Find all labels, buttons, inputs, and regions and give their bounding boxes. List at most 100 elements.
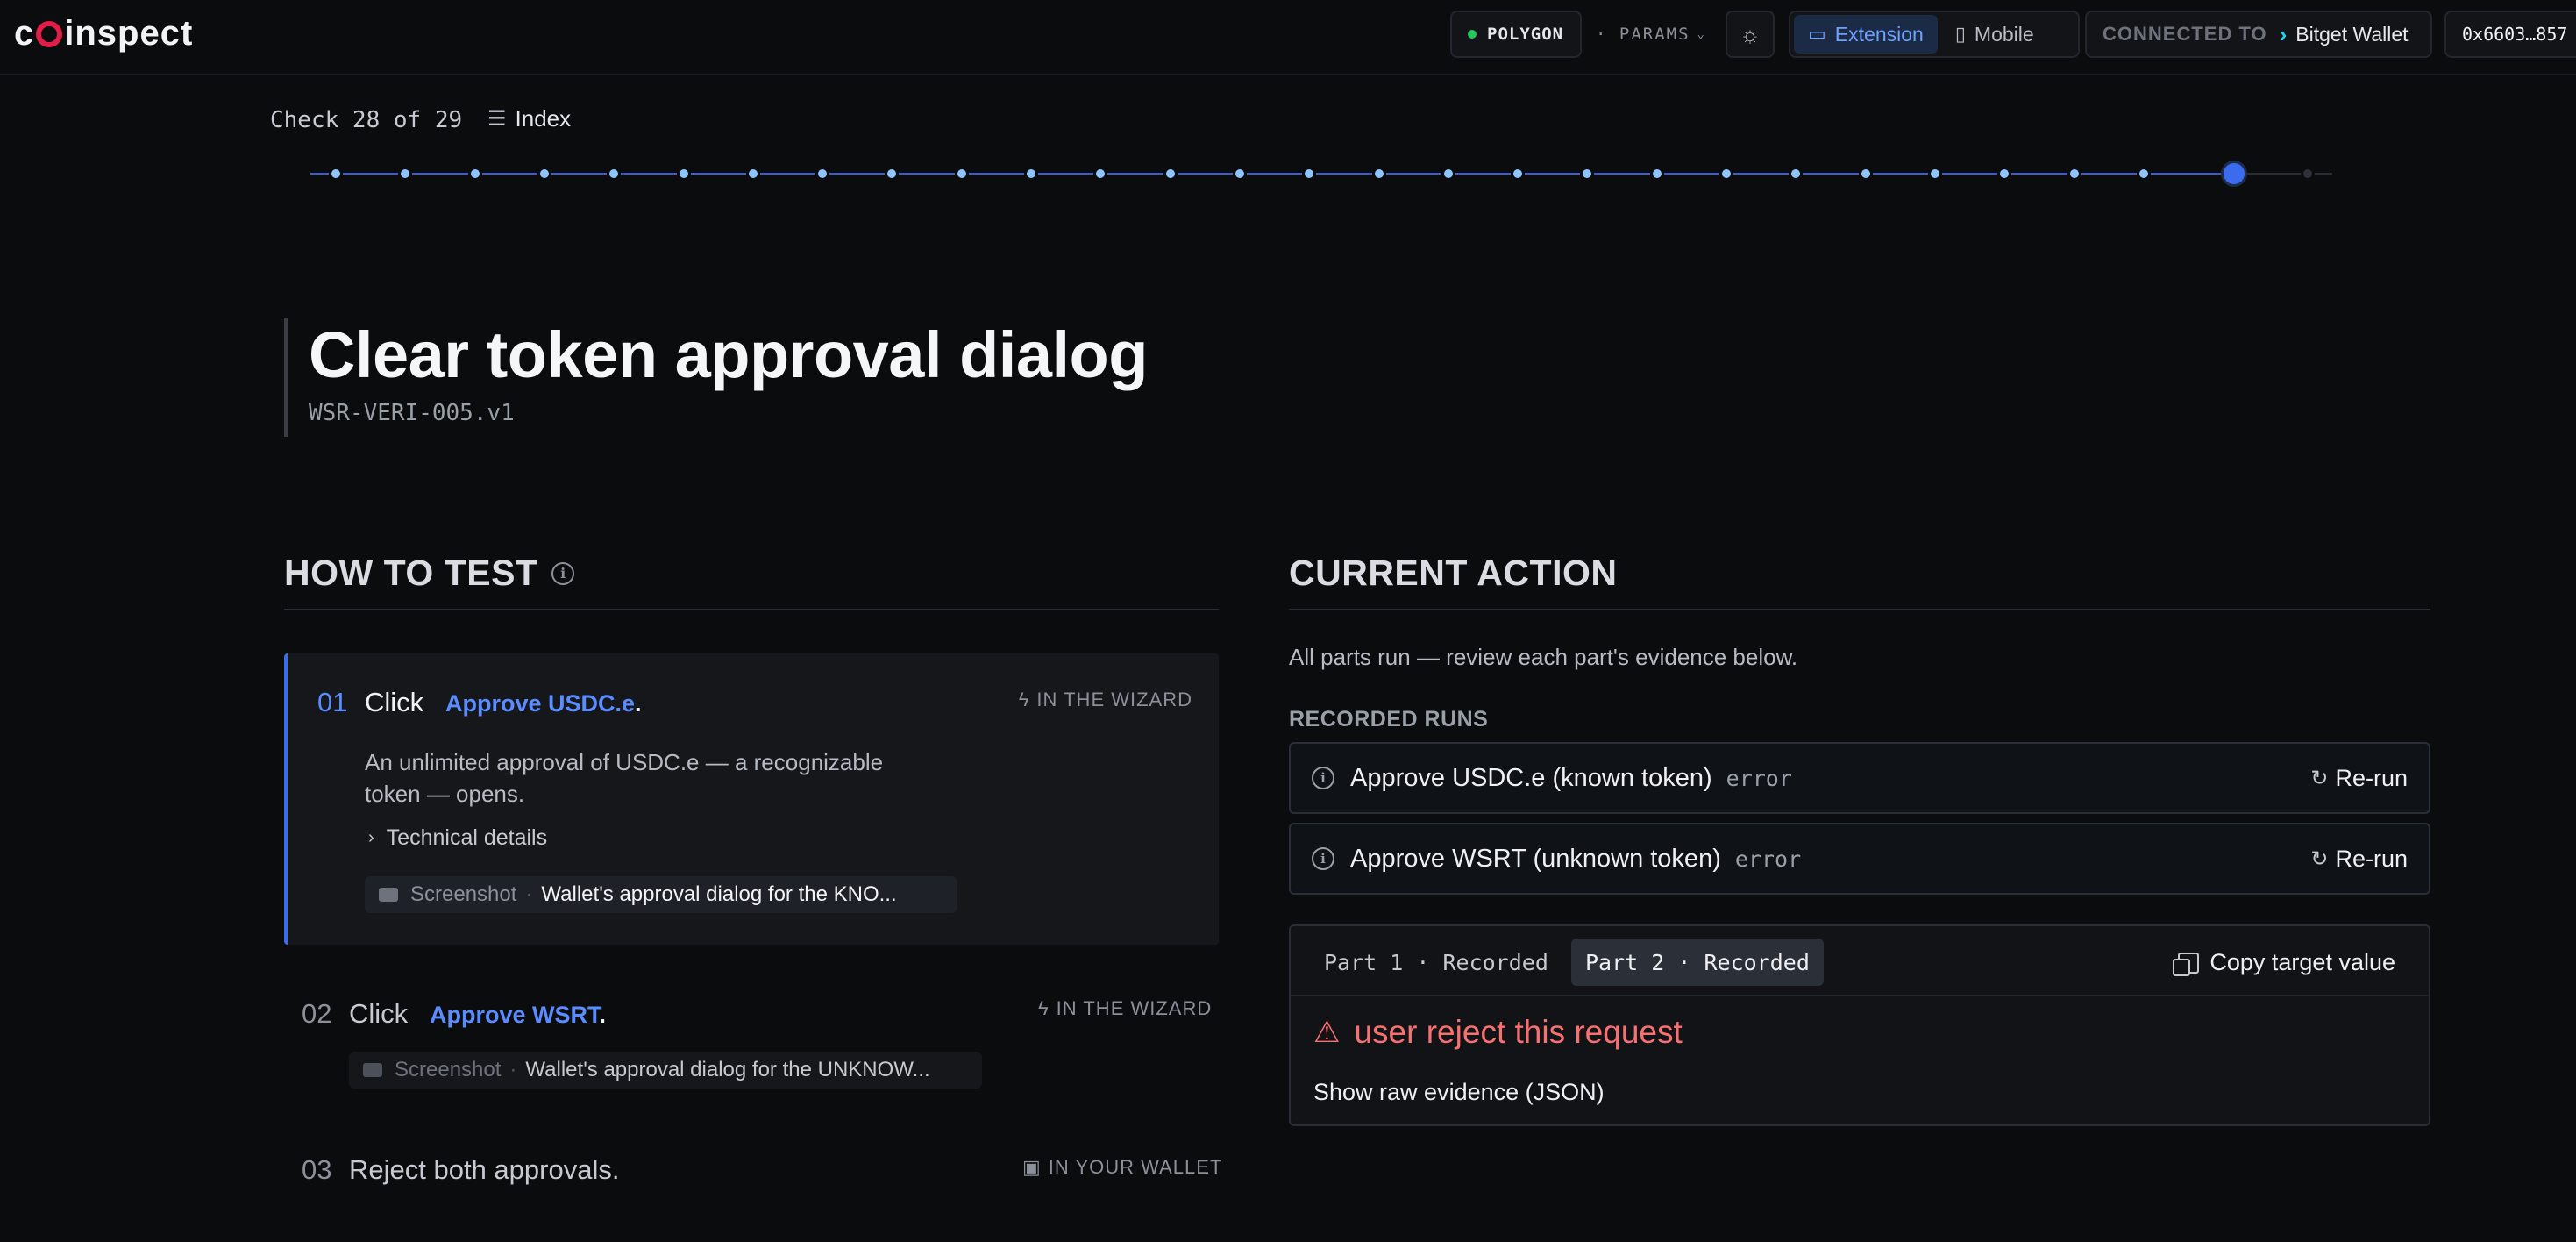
theme-toggle-button[interactable]: ☼ <box>1726 11 1775 58</box>
warning-icon: ⚠ <box>1313 1016 1341 1049</box>
page-title: Clear token approval dialog <box>309 318 1148 391</box>
approve-usdc-link[interactable]: Approve USDC.e. <box>445 690 642 717</box>
progress-step[interactable] <box>2301 167 2315 181</box>
approve-wsrt-link[interactable]: Approve WSRT. <box>430 1002 606 1029</box>
lightning-icon: ϟ <box>1038 997 1050 1019</box>
mode-mobile-button[interactable]: ▯ Mobile <box>1941 15 2048 54</box>
evidence-panel: Part 1 · Recorded Part 2 · Recorded Copy… <box>1289 924 2430 1126</box>
mode-mobile-label: Mobile <box>1974 22 2034 46</box>
rerun-button[interactable]: ↻ Re-run <box>2310 846 2408 873</box>
network-name: POLYGON <box>1487 25 1564 44</box>
progress-step[interactable] <box>1232 167 1247 181</box>
recorded-run-row[interactable]: i Approve USDC.e (known token) error ↻ R… <box>1289 742 2430 814</box>
progress-step[interactable] <box>1580 167 1595 181</box>
progress-step[interactable] <box>745 167 760 181</box>
network-badge[interactable]: POLYGON <box>1450 11 1582 58</box>
rerun-button[interactable]: ↻ Re-run <box>2310 765 2408 792</box>
monitor-icon: ▭ <box>1808 23 1826 45</box>
progress-step[interactable] <box>1789 167 1804 181</box>
progress-step[interactable] <box>537 167 551 181</box>
progress-step[interactable] <box>1649 167 1664 181</box>
progress-step[interactable] <box>1441 167 1455 181</box>
progress-step[interactable] <box>815 167 830 181</box>
screenshot-chip[interactable]: Screenshot · Wallet's approval dialog fo… <box>365 876 957 913</box>
progress-track-remaining <box>2234 173 2332 175</box>
check-header: Clear token approval dialog WSR-VERI-005… <box>284 318 1148 437</box>
progress-step[interactable] <box>1302 167 1317 181</box>
step-action: Reject both approvals. <box>349 1154 620 1185</box>
progress-step[interactable] <box>954 167 969 181</box>
progress-step[interactable] <box>1858 167 1873 181</box>
tab-part-1[interactable]: Part 1 · Recorded <box>1310 939 1562 986</box>
step-description: An unlimited approval of USDC.e — a reco… <box>365 749 884 807</box>
run-status: error <box>1734 846 1802 872</box>
divider <box>284 609 1219 610</box>
step-location-tag: ▣ IN YOUR WALLET <box>1022 1156 1223 1178</box>
wallet-name: Bitget Wallet <box>2295 22 2409 46</box>
evidence-tabs: Part 1 · Recorded Part 2 · Recorded Copy… <box>1291 926 2429 996</box>
refresh-icon: ↻ <box>2310 766 2329 790</box>
progress-step[interactable] <box>467 167 482 181</box>
progress-step[interactable] <box>1163 167 1178 181</box>
progress-step[interactable] <box>885 167 900 181</box>
wallet-address: 0x6603…857 <box>2462 24 2568 45</box>
progress-step[interactable] <box>398 167 413 181</box>
error-message: ⚠ user reject this request <box>1313 1014 1683 1050</box>
info-icon[interactable]: i <box>551 561 575 585</box>
progress-step[interactable] <box>607 167 622 181</box>
divider <box>1289 609 2430 610</box>
progress-step[interactable] <box>1371 167 1386 181</box>
params-label: · PARAMS <box>1596 25 1690 44</box>
camera-icon <box>379 888 398 902</box>
wallet-icon: ▣ <box>1022 1156 1042 1178</box>
progress-step[interactable] <box>329 167 343 181</box>
info-icon: i <box>1312 847 1334 870</box>
recorded-run-row[interactable]: i Approve WSRT (unknown token) error ↻ R… <box>1289 823 2430 895</box>
progress-step[interactable] <box>676 167 691 181</box>
phone-icon: ▯ <box>1954 23 1966 45</box>
current-action-title: CURRENT ACTION <box>1289 553 1618 593</box>
progress-step[interactable] <box>1093 167 1108 181</box>
sun-icon: ☼ <box>1740 20 1761 47</box>
step-location-tag: ϟ IN THE WIZARD <box>1038 997 1213 1019</box>
index-label: Index <box>515 105 572 132</box>
mode-switcher: ▭ Extension ▯ Mobile <box>1789 11 2080 58</box>
progress-step[interactable] <box>1511 167 1526 181</box>
chevron-down-icon: ⌄ <box>1697 27 1706 41</box>
progress-step[interactable] <box>2136 167 2151 181</box>
chevron-right-icon: › <box>2279 20 2288 47</box>
screenshot-chip[interactable]: Screenshot · Wallet's approval dialog fo… <box>349 1052 982 1089</box>
technical-details-toggle[interactable]: › Technical details <box>368 825 547 851</box>
current-action-description: All parts run — review each part's evide… <box>1289 644 1798 670</box>
progress-step[interactable] <box>1024 167 1038 181</box>
connected-to-label: CONNECTED TO <box>2103 23 2267 45</box>
index-button[interactable]: ☰ Index <box>487 105 571 132</box>
how-to-test-heading: HOW TO TEST i <box>284 553 575 594</box>
tab-part-2[interactable]: Part 2 · Recorded <box>1571 939 1824 986</box>
wallet-address-button[interactable]: 0x6603…857 <box>2444 11 2576 58</box>
run-status: error <box>1726 765 1792 791</box>
params-dropdown[interactable]: · PARAMS ⌄ <box>1596 25 1706 44</box>
progress-step-current[interactable] <box>2221 161 2247 187</box>
network-status-dot <box>1468 30 1477 39</box>
progress-step[interactable] <box>2067 167 2081 181</box>
progress-step[interactable] <box>1927 167 1942 181</box>
show-raw-evidence-button[interactable]: Show raw evidence (JSON) <box>1313 1079 1605 1106</box>
step-location-tag: ϟ IN THE WIZARD <box>1018 689 1192 710</box>
step-number: 03 <box>302 1154 332 1185</box>
mode-extension-button[interactable]: ▭ Extension <box>1794 15 1938 54</box>
chevron-right-icon: › <box>368 828 374 847</box>
lightning-icon: ϟ <box>1018 689 1030 710</box>
check-counter: Check 28 of 29 <box>270 107 463 133</box>
run-name: Approve WSRT (unknown token) <box>1350 844 1721 873</box>
step-number: 01 <box>317 687 348 717</box>
list-icon: ☰ <box>487 107 507 131</box>
copy-target-button[interactable]: Copy target value <box>2173 949 2395 976</box>
connection-status[interactable]: CONNECTED TO › Bitget Wallet <box>2085 11 2432 58</box>
progress-step[interactable] <box>1997 167 2012 181</box>
step-action: Click <box>365 687 424 717</box>
top-bar: c inspect POLYGON · PARAMS ⌄ ☼ ▭ Extensio… <box>0 0 2576 75</box>
coinspect-logo[interactable]: c inspect <box>14 14 193 53</box>
progress-step[interactable] <box>1719 167 1733 181</box>
mode-extension-label: Extension <box>1834 22 1924 46</box>
